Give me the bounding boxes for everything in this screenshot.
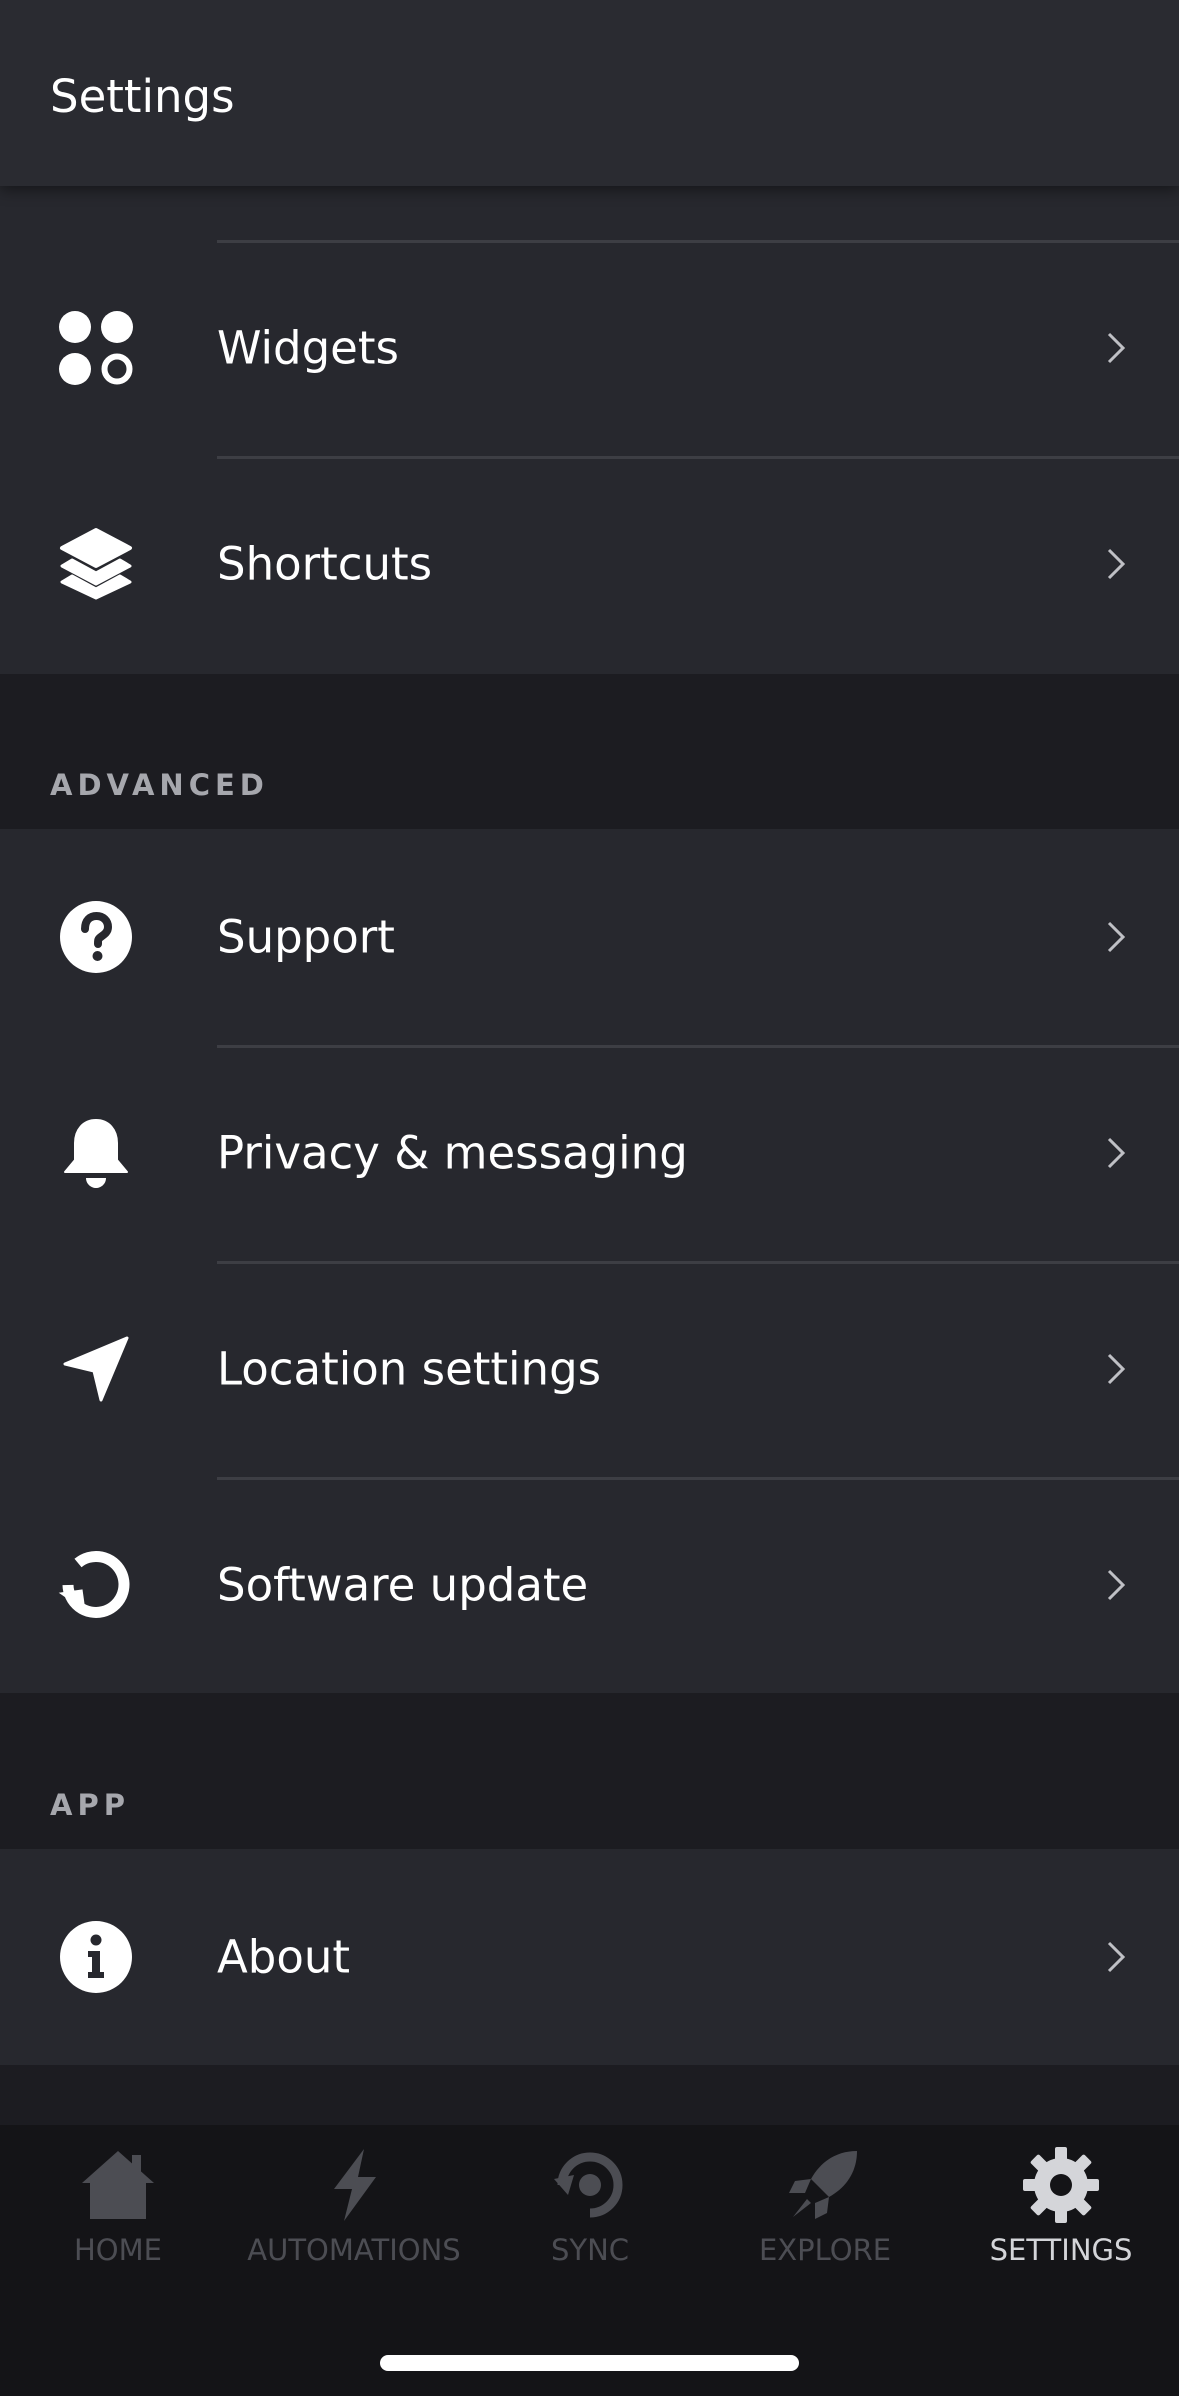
row-divider [217,1477,1179,1480]
settings-row-label: Privacy & messaging [217,1126,688,1180]
row-divider [217,456,1179,459]
settings-row-location-settings[interactable]: Location settings [0,1261,1179,1477]
sync-icon [554,2152,623,2218]
settings-row-label: Support [217,910,395,964]
tab-label: SETTINGS [989,2233,1133,2267]
app-settings-group: About [0,1849,1179,2065]
section-header-app: APP [50,1788,130,1822]
tab-sync[interactable]: SYNC [472,2145,708,2285]
settings-row-widgets[interactable]: Widgets [0,240,1179,456]
settings-row-support[interactable]: Support [0,829,1179,1045]
chevron-right-icon [1107,1353,1126,1385]
bolt-icon [334,2149,376,2221]
bell-icon [55,1112,137,1194]
widgets-icon [55,307,137,389]
settings-row-about[interactable]: About [0,1849,1179,2065]
settings-row-software-update[interactable]: Software update [0,1477,1179,1693]
question-icon [55,896,137,978]
tab-automations[interactable]: AUTOMATIONS [236,2145,472,2285]
home-icon [82,2151,154,2219]
location-arrow-icon [55,1328,137,1410]
settings-row-shortcuts[interactable]: Shortcuts [0,456,1179,672]
row-divider [217,1045,1179,1048]
tab-settings[interactable]: SETTINGS [943,2145,1179,2285]
section-header-advanced: ADVANCED [50,768,269,802]
layers-icon [55,523,137,605]
header-bar: Settings [0,0,1179,186]
tab-label: EXPLORE [758,2233,892,2267]
settings-row-label: About [217,1930,351,1984]
general-settings-group: Widgets Shortcuts [0,186,1179,674]
settings-row-label: Location settings [217,1342,602,1396]
settings-screen: Settings Widgets Shortcuts ADVANCED Supp… [0,0,1179,2396]
refresh-icon [55,1544,137,1626]
page-title: Settings [50,70,235,123]
row-divider [217,1261,1179,1264]
tab-label: HOME [74,2233,162,2267]
settings-row-label: Shortcuts [217,537,433,591]
chevron-right-icon [1107,332,1126,364]
rocket-icon [789,2151,857,2219]
info-icon [55,1916,137,1998]
tab-label: SYNC [550,2233,630,2267]
settings-row-privacy-messaging[interactable]: Privacy & messaging [0,1045,1179,1261]
tab-explore[interactable]: EXPLORE [707,2145,943,2285]
settings-row-label: Software update [217,1558,589,1612]
chevron-right-icon [1107,1569,1126,1601]
home-indicator[interactable] [380,2355,799,2371]
chevron-right-icon [1107,1941,1126,1973]
advanced-settings-group: Support Privacy & messaging Location set… [0,829,1179,1693]
chevron-right-icon [1107,548,1126,580]
chevron-right-icon [1107,921,1126,953]
tab-home[interactable]: HOME [0,2145,236,2285]
settings-row-label: Widgets [217,321,399,375]
tab-label: AUTOMATIONS [247,2233,461,2267]
chevron-right-icon [1107,1137,1126,1169]
gear-icon [1023,2147,1099,2223]
row-divider [217,240,1179,243]
